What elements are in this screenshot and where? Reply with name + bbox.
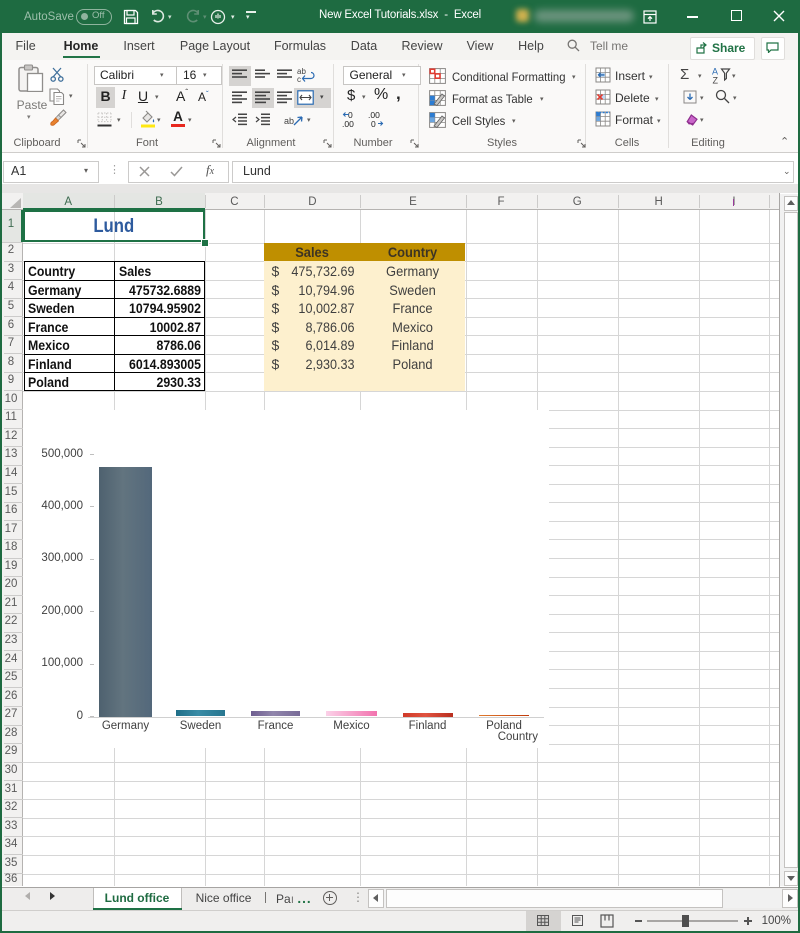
svg-text:0: 0: [348, 111, 353, 120]
svg-text:.00: .00: [342, 119, 354, 129]
svg-text:c: c: [297, 75, 301, 83]
svg-text:0: 0: [371, 119, 376, 129]
svg-text:ab: ab: [284, 116, 294, 126]
svg-text:Z: Z: [713, 76, 719, 85]
